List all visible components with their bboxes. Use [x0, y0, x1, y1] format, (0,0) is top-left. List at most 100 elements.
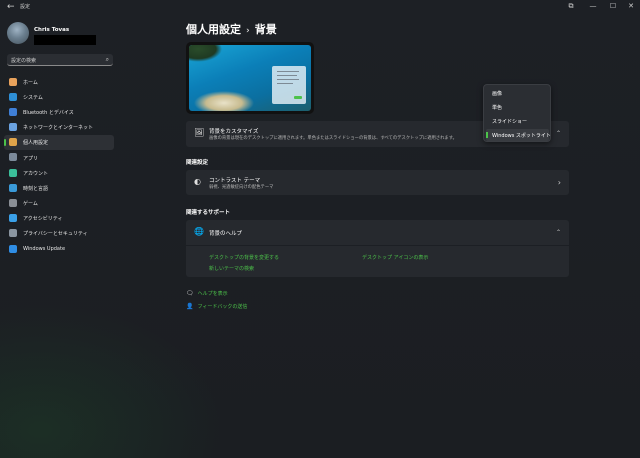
preview-image	[189, 45, 311, 111]
preview-window-mock	[272, 66, 306, 104]
sidebar-nav: ホームシステム Bluetooth とデバイスネットワークとインターネット 個人用設…	[4, 74, 114, 256]
sidebar-item-bluetooth[interactable]: Bluetooth とデバイス	[4, 104, 114, 119]
sidebar-item-label: アプリ	[23, 155, 39, 162]
chevron-right-icon: ›	[557, 178, 561, 187]
chevron-up-icon[interactable]: ⌃	[556, 130, 561, 137]
link-show-desktop-icons[interactable]: デスクトップ アイコンの表示	[362, 254, 428, 261]
sidebar-item-accounts[interactable]: アカウント	[4, 165, 114, 180]
dropdown-option[interactable]: 単色	[486, 101, 549, 113]
picture-icon: 🖼	[194, 128, 205, 137]
background-help-links: デスクトップの背景を変更する デスクトップ アイコンの表示 新しいテーマの検索	[186, 245, 569, 277]
user-email-redacted	[34, 35, 96, 45]
background-help-card[interactable]: 🌐 背景のヘルプ ⌃	[186, 220, 569, 245]
bluetooth-icon	[9, 107, 17, 116]
dropdown-option-label: 画像	[492, 91, 503, 98]
sidebar-item-privacy[interactable]: プライバシーとセキュリティ	[4, 226, 114, 241]
app-title: 設定	[20, 4, 31, 10]
sidebar-item-label: ホーム	[23, 79, 38, 86]
system-icon	[9, 92, 17, 101]
network-icon	[9, 123, 17, 132]
dropdown-option[interactable]: スライドショー	[486, 115, 549, 127]
contrast-icon: ◐	[194, 177, 201, 186]
sidebar-item-label: Bluetooth とデバイス	[23, 109, 74, 116]
preview-window-line	[277, 75, 297, 77]
sidebar-item-network[interactable]: ネットワークとインターネット	[4, 120, 114, 135]
feedback-link[interactable]: 👤 フィードバックの送信	[186, 303, 247, 310]
dropdown-option-label: Windows スポットライト	[492, 133, 551, 140]
selection-indicator	[486, 132, 488, 138]
link-change-desktop-background[interactable]: デスクトップの背景を変更する	[209, 254, 279, 261]
contrast-themes-title: コントラスト テーマ	[209, 178, 261, 184]
dropdown-option-label: スライドショー	[492, 119, 528, 126]
sidebar-item-personalization[interactable]: 個人用設定	[4, 134, 114, 150]
preview-window-button	[294, 96, 302, 99]
sidebar-item-gaming[interactable]: ゲーム	[4, 196, 114, 211]
feedback-label: フィードバックの送信	[197, 304, 248, 310]
breadcrumb: 個人用設定 › 背景	[186, 21, 277, 37]
dropdown-option[interactable]: Windows スポットライト	[486, 129, 551, 141]
preview-window-line	[277, 79, 299, 81]
snap-layout-icon[interactable]: ⧉	[562, 1, 580, 12]
preview-beach-shape	[189, 81, 259, 111]
background-help-title: 背景のヘルプ	[209, 231, 243, 237]
get-help-link[interactable]: 🗨 ヘルプを表示	[186, 290, 228, 297]
title-bar: ← 設定 ⧉ — ☐ ✕	[0, 0, 640, 14]
preview-window-line	[277, 71, 299, 73]
avatar[interactable]	[7, 22, 29, 44]
sidebar-item-label: 時刻と言語	[23, 185, 49, 192]
search-icon[interactable]: ⌕	[106, 56, 109, 64]
sidebar-item-label: ネットワークとインターネット	[23, 125, 94, 132]
sidebar-item-apps[interactable]: アプリ	[4, 150, 114, 165]
chevron-up-icon[interactable]: ⌃	[556, 229, 561, 236]
sidebar-item-windows-update[interactable]: Windows Update	[4, 241, 114, 256]
customize-background-title: 背景をカスタマイズ	[209, 129, 259, 135]
sidebar-item-label: アクセシビリティ	[23, 216, 63, 223]
dropdown-option[interactable]: 画像	[486, 87, 549, 99]
contrast-themes-subtitle: 弱視、光過敏症向けの配色テーマ	[209, 185, 274, 190]
get-help-label: ヘルプを表示	[197, 291, 228, 297]
windows-update-icon	[9, 244, 17, 253]
sidebar-item-time-language[interactable]: 時刻と言語	[4, 180, 114, 195]
contrast-themes-card[interactable]: ◐ コントラスト テーマ 弱視、光過敏症向けの配色テーマ ›	[186, 170, 569, 195]
breadcrumb-parent[interactable]: 個人用設定	[186, 23, 241, 36]
accounts-icon	[9, 168, 17, 177]
gaming-icon	[9, 199, 17, 207]
time-language-icon	[9, 183, 17, 192]
home-icon	[9, 77, 17, 86]
search-placeholder: 設定の検索	[11, 58, 37, 64]
sidebar-item-accessibility[interactable]: アクセシビリティ	[4, 211, 114, 226]
sidebar-item-system[interactable]: システム	[4, 89, 114, 104]
preview-hill-shape	[189, 45, 233, 67]
customize-background-subtitle: 画像の背景は現在のデスクトップに適用されます。単色またはスライドショーの背景は、…	[209, 136, 457, 141]
minimize-icon[interactable]: —	[584, 1, 602, 12]
background-preview	[186, 42, 314, 114]
search-input[interactable]: 設定の検索 ⌕	[7, 54, 113, 66]
maximize-icon[interactable]: ☐	[604, 1, 622, 12]
sidebar-item-label: プライバシーとセキュリティ	[23, 231, 88, 238]
selection-indicator	[4, 138, 6, 146]
personalization-icon	[9, 138, 17, 147]
related-support-heading: 関連するサポート	[186, 210, 231, 216]
accessibility-icon	[9, 214, 17, 223]
preview-window-line	[277, 83, 293, 85]
sidebar-item-home[interactable]: ホーム	[4, 74, 114, 89]
breadcrumb-separator: ›	[246, 26, 250, 36]
dropdown-option-label: 単色	[492, 105, 503, 112]
sidebar-item-label: ゲーム	[23, 201, 38, 208]
back-arrow-icon[interactable]: ←	[7, 2, 17, 12]
globe-icon: 🌐	[194, 227, 204, 236]
link-find-new-themes[interactable]: 新しいテーマの検索	[209, 265, 254, 272]
sidebar-item-label: システム	[23, 94, 43, 101]
background-type-dropdown: 画像単色スライドショー Windows スポットライト	[483, 84, 551, 142]
apps-icon	[9, 153, 17, 162]
privacy-icon	[9, 229, 17, 238]
sidebar-item-label: Windows Update	[23, 245, 66, 252]
feedback-icon: 👤	[186, 303, 194, 310]
related-settings-heading: 関連設定	[186, 160, 209, 166]
help-icon: 🗨	[186, 290, 194, 297]
sidebar-item-label: 個人用設定	[23, 140, 49, 147]
page-title: 背景	[254, 23, 277, 36]
user-name: Chris Tovas	[34, 27, 70, 33]
sidebar-item-label: アカウント	[23, 170, 49, 177]
close-icon[interactable]: ✕	[622, 1, 640, 12]
